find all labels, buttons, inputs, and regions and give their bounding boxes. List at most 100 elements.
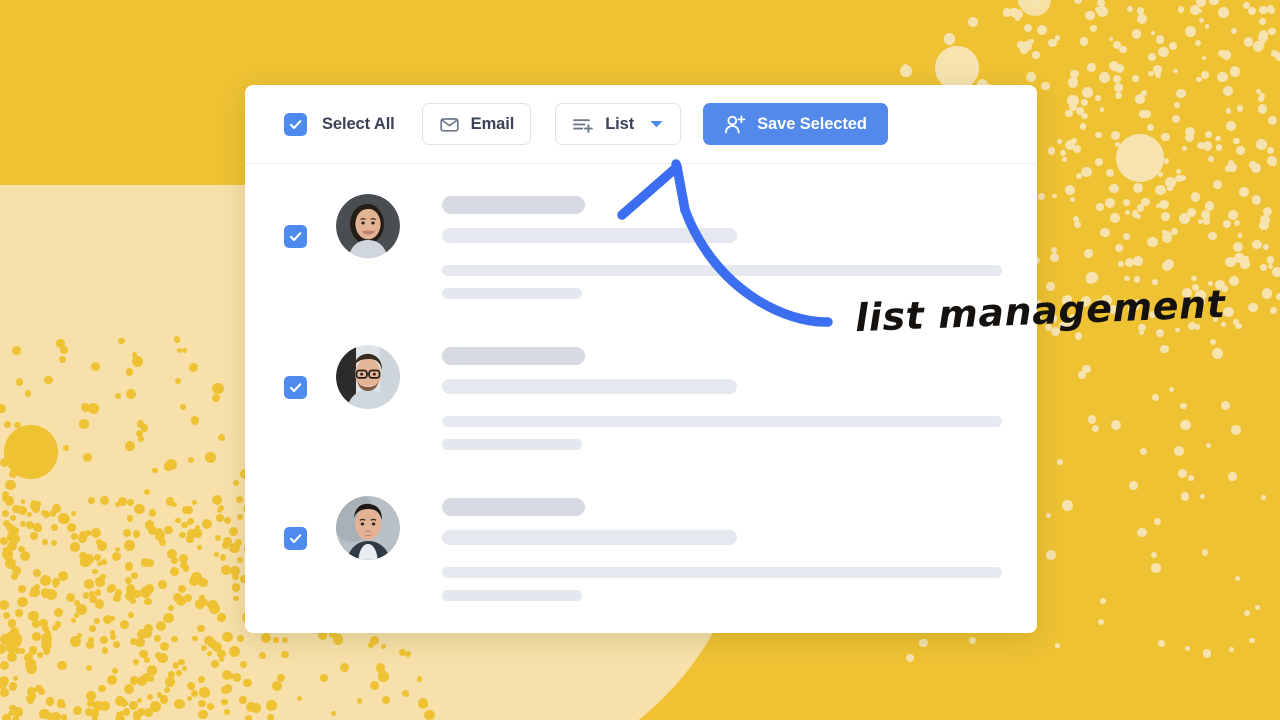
- background-dot: [15, 609, 23, 618]
- background-dot: [1174, 102, 1180, 108]
- background-dot: [1161, 132, 1170, 142]
- save-selected-button[interactable]: Save Selected: [703, 103, 888, 145]
- background-dot: [1160, 211, 1170, 221]
- placeholder-bar: [442, 379, 737, 394]
- contact-placeholder-bars: [442, 347, 1037, 450]
- background-dot: [239, 661, 247, 669]
- background-dot: [1084, 249, 1093, 258]
- background-dot: [101, 647, 109, 654]
- background-dot: [126, 514, 134, 522]
- background-dot: [12, 675, 18, 681]
- background-dot: [5, 480, 16, 491]
- background-dot: [1249, 637, 1255, 644]
- background-dot: [1230, 425, 1241, 436]
- chevron-down-icon[interactable]: [649, 119, 664, 129]
- background-dot: [1065, 110, 1073, 118]
- background-dot: [259, 652, 266, 659]
- background-dot: [1105, 197, 1116, 208]
- background-dot: [114, 393, 121, 400]
- background-dot: [57, 661, 67, 671]
- background-dot: [170, 566, 180, 576]
- background-dot: [1046, 549, 1056, 560]
- background-dot: [260, 633, 271, 644]
- background-dot: [118, 337, 125, 345]
- checkmark-icon: [288, 380, 303, 395]
- background-dot: [132, 658, 139, 665]
- row-checkbox[interactable]: [284, 376, 307, 399]
- background-dot: [1236, 105, 1243, 112]
- background-dot: [106, 675, 117, 686]
- background-dot: [106, 586, 113, 593]
- background-dot: [1114, 83, 1123, 93]
- background-dot: [1124, 275, 1130, 282]
- background-dot: [277, 674, 285, 682]
- background-dot: [1126, 5, 1133, 12]
- contact-list: [245, 164, 1037, 628]
- email-button[interactable]: Email: [421, 103, 532, 145]
- background-dot: [44, 375, 53, 385]
- background-dot: [1152, 394, 1160, 401]
- background-dot: [42, 539, 48, 545]
- background-dot: [77, 534, 87, 544]
- contact-row[interactable]: [245, 477, 1037, 628]
- background-dot: [82, 592, 89, 599]
- background-dot: [1275, 52, 1280, 62]
- background-dot: [943, 33, 955, 45]
- background-dot: [232, 573, 239, 580]
- row-checkbox[interactable]: [284, 527, 307, 550]
- background-dot: [174, 377, 181, 384]
- background-dot: [1258, 18, 1266, 26]
- background-dot: [231, 582, 241, 592]
- background-dot: [65, 592, 75, 602]
- contacts-card: Select All Email List Save Selected: [245, 85, 1037, 633]
- background-dot: [296, 695, 302, 701]
- select-all-checkbox[interactable]: [284, 112, 307, 136]
- background-dot: [367, 641, 374, 649]
- background-dot: [198, 675, 206, 683]
- background-dot: [1017, 41, 1025, 49]
- background-dot: [1229, 275, 1240, 286]
- background-dot: [8, 681, 18, 691]
- background-dot: [1188, 475, 1194, 481]
- background-dot: [1221, 401, 1230, 410]
- background-dot: [1171, 114, 1180, 123]
- background-dot: [42, 510, 50, 519]
- background-dot: [112, 594, 121, 603]
- background-dot: [219, 554, 226, 561]
- row-checkbox[interactable]: [284, 225, 307, 248]
- background-dot: [402, 689, 409, 697]
- background-dot: [157, 580, 167, 590]
- background-dot: [125, 388, 136, 400]
- envelope-icon: [439, 114, 460, 135]
- save-selected-button-label: Save Selected: [757, 114, 867, 133]
- background-dot: [1225, 108, 1231, 114]
- background-dot: [1111, 419, 1122, 430]
- background-dot: [69, 542, 80, 552]
- background-dot: [1158, 640, 1166, 647]
- background-dot: [1123, 199, 1130, 206]
- placeholder-bar: [442, 347, 585, 365]
- background-dot: [218, 433, 226, 441]
- placeholder-bar: [442, 590, 582, 601]
- background-dot: [1122, 233, 1130, 240]
- background-dot: [1082, 364, 1091, 374]
- checkmark-icon: [288, 117, 303, 132]
- background-dot: [136, 708, 145, 717]
- contact-row[interactable]: [245, 326, 1037, 477]
- background-dot: [1051, 247, 1057, 254]
- placeholder-bar: [442, 228, 737, 243]
- background-dot: [1204, 24, 1210, 29]
- background-dot: [356, 698, 363, 704]
- background-dot: [1132, 212, 1139, 219]
- contact-placeholder-bars: [442, 196, 1037, 299]
- background-dot: [1073, 215, 1079, 222]
- background-dot: [154, 528, 163, 537]
- background-dot: [128, 700, 138, 710]
- background-dot: [281, 650, 289, 659]
- background-dot: [1179, 419, 1191, 431]
- background-dot: [1213, 180, 1222, 189]
- background-dot: [1047, 147, 1055, 155]
- list-button[interactable]: List: [555, 103, 682, 145]
- background-dot: [267, 713, 275, 720]
- background-dot: [238, 695, 247, 704]
